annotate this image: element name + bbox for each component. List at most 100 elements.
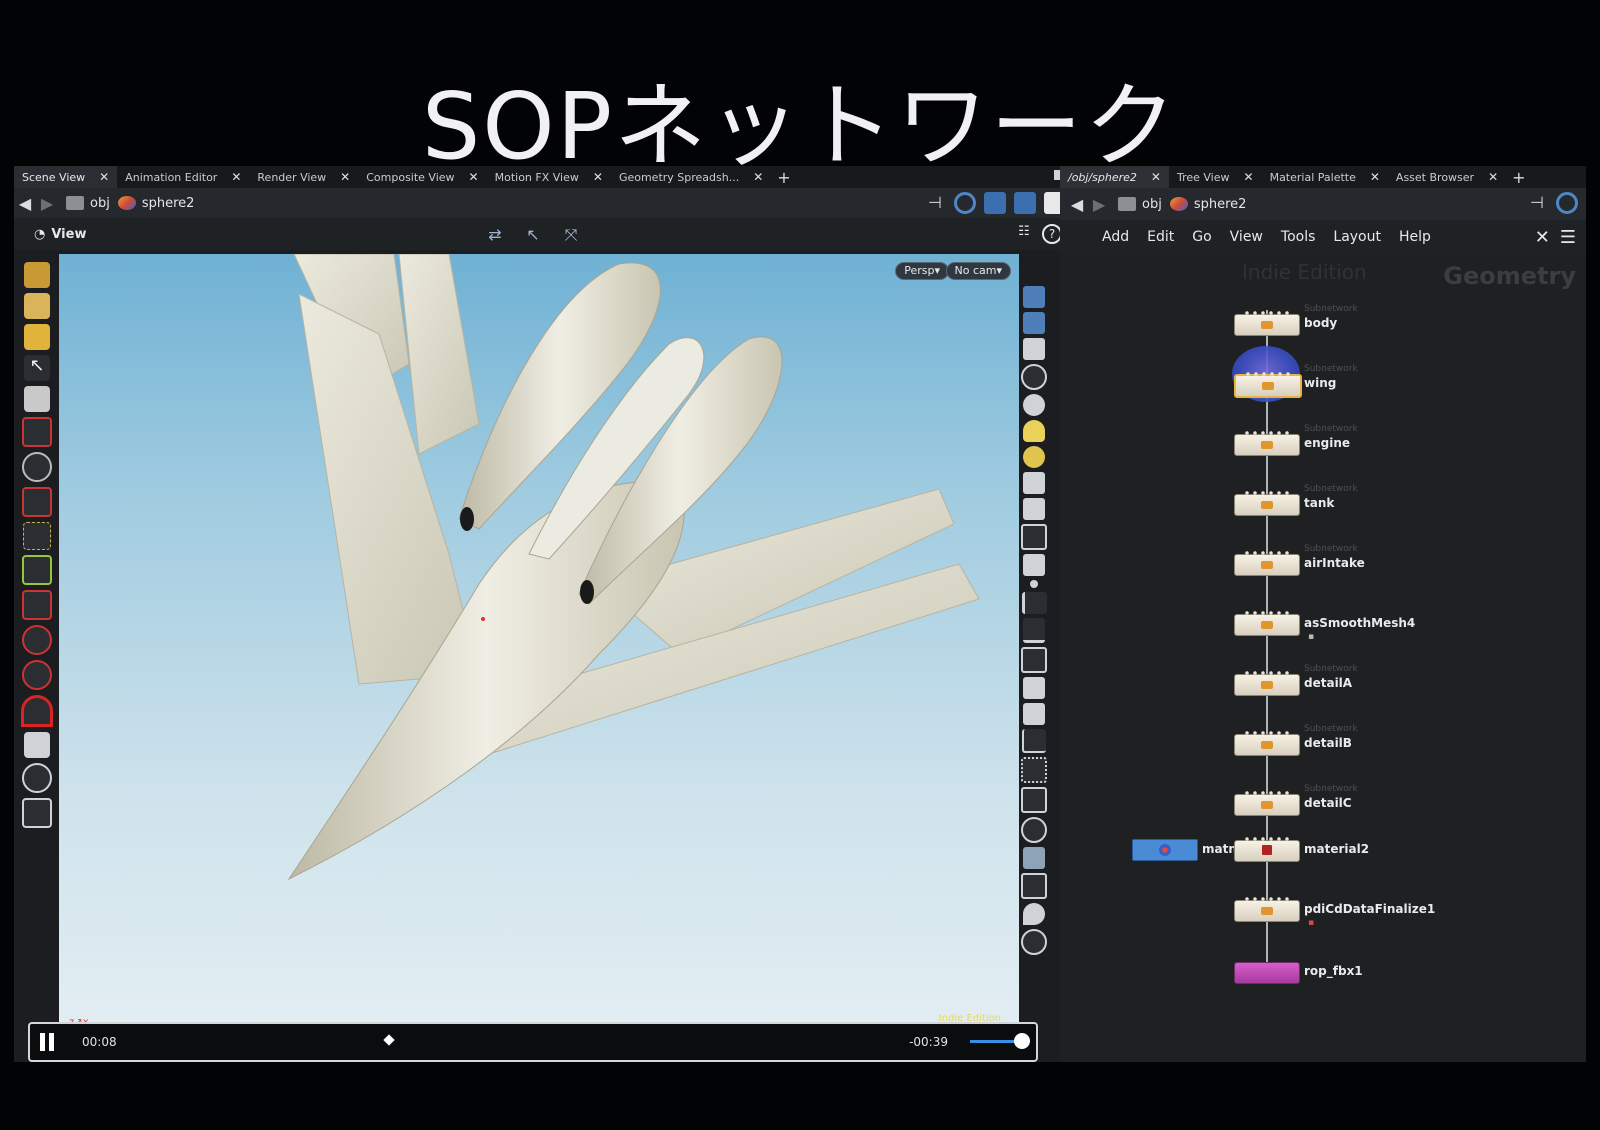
wrench-icon[interactable]: ✕: [1535, 227, 1550, 248]
safe-area-icon[interactable]: [1021, 817, 1047, 843]
menu-add[interactable]: Add: [1102, 229, 1129, 245]
add-tab-icon[interactable]: +: [1506, 168, 1531, 187]
add-tab-icon[interactable]: +: [771, 168, 796, 187]
tab-composite-view[interactable]: Composite View ✕: [358, 166, 486, 188]
link-ring-icon[interactable]: [1556, 192, 1578, 214]
menu-edit[interactable]: Edit: [1147, 229, 1174, 245]
node-airintake[interactable]: Subnetwork airIntake: [1234, 544, 1365, 576]
select-arrow-icon[interactable]: ↖: [522, 225, 544, 244]
rotate-tool-icon[interactable]: [22, 452, 52, 482]
texture-icon[interactable]: [1023, 472, 1045, 494]
close-icon[interactable]: ✕: [1244, 170, 1254, 184]
node-tank[interactable]: Subnetwork tank: [1234, 484, 1358, 516]
construction-plane-icon[interactable]: [22, 798, 52, 828]
camera-menu[interactable]: No cam▾: [945, 262, 1011, 280]
tab-animation-editor[interactable]: Animation Editor ✕: [117, 166, 249, 188]
uv-icon[interactable]: [1022, 729, 1046, 753]
light-icon[interactable]: [1023, 420, 1045, 442]
node-pdicddatafinalize1[interactable]: pdiCdDataFinalize1 ▪: [1234, 897, 1435, 928]
vertex-icon[interactable]: [1023, 703, 1045, 725]
tumble-icon[interactable]: ⇄: [484, 225, 506, 244]
node-engine[interactable]: Subnetwork engine: [1234, 424, 1358, 456]
back-arrow-icon[interactable]: ◀: [1066, 195, 1088, 214]
menu-view[interactable]: View: [1230, 229, 1263, 245]
node-detailc[interactable]: Subnetwork detailC: [1234, 784, 1358, 816]
node-material2[interactable]: material2: [1234, 837, 1369, 862]
close-icon[interactable]: ✕: [1370, 170, 1380, 184]
transform-icon[interactable]: ⤧: [560, 225, 582, 244]
node-detailb[interactable]: Subnetwork detailB: [1234, 724, 1358, 756]
reference-plane-icon[interactable]: [22, 763, 52, 793]
close-icon[interactable]: ✕: [231, 170, 241, 184]
node-network[interactable]: Indie Edition Geometry Subnetwork body S…: [1060, 254, 1586, 1062]
sphere-shading-icon[interactable]: [1023, 394, 1045, 416]
node-body[interactable]: Subnetwork body: [1234, 304, 1358, 336]
camera-icon[interactable]: [1021, 364, 1047, 390]
pause-button[interactable]: [40, 1033, 60, 1051]
snap-point-icon[interactable]: [22, 625, 52, 655]
forward-arrow-icon[interactable]: ▶: [36, 194, 58, 213]
tab-tree-view[interactable]: Tree View ✕: [1169, 166, 1262, 188]
face-mode-icon[interactable]: [24, 324, 50, 350]
tree-list-icon[interactable]: ☰: [1560, 227, 1576, 248]
numbers-icon[interactable]: [1021, 647, 1047, 673]
close-icon[interactable]: ✕: [99, 170, 109, 184]
tab-render-view[interactable]: Render View ✕: [249, 166, 358, 188]
info-pin-icon[interactable]: [1023, 903, 1045, 925]
ghost-icon[interactable]: [1021, 524, 1047, 550]
pin-icon[interactable]: ⊣: [924, 192, 946, 214]
close-icon[interactable]: ✕: [469, 170, 479, 184]
tab-asset-browser[interactable]: Asset Browser ✕: [1388, 166, 1506, 188]
move-tool-icon[interactable]: [22, 417, 52, 447]
close-icon[interactable]: ✕: [1488, 170, 1498, 184]
info-icon[interactable]: [1021, 929, 1047, 955]
seek-handle[interactable]: [383, 1034, 395, 1046]
snap-curve-icon[interactable]: [22, 660, 52, 690]
volume-slider[interactable]: [970, 1033, 1030, 1049]
group-icon[interactable]: [24, 732, 50, 758]
close-icon[interactable]: ✕: [753, 170, 763, 184]
node-rop-fbx1[interactable]: rop_fbx1: [1234, 960, 1363, 984]
pin-icon[interactable]: ⊣: [1526, 192, 1548, 214]
back-arrow-icon[interactable]: ◀: [14, 194, 36, 213]
tab-network-path[interactable]: /obj/sphere2 ✕: [1060, 166, 1169, 188]
template-icon[interactable]: [1023, 554, 1045, 576]
background-icon[interactable]: [1023, 498, 1045, 520]
3d-viewport[interactable]: Persp▾ No cam▾ Indie Edition z↗x: [59, 254, 1019, 1034]
breadcrumb-node[interactable]: sphere2: [117, 196, 194, 211]
edge-icon[interactable]: [1021, 592, 1047, 614]
scale-tool-icon[interactable]: [22, 487, 52, 517]
point-icon[interactable]: [1030, 580, 1038, 588]
primitive-icon[interactable]: [1023, 677, 1045, 699]
tab-geometry-spreadsheet[interactable]: Geometry Spreadsh... ✕: [611, 166, 771, 188]
image-icon[interactable]: [1021, 873, 1047, 899]
bounding-box-icon[interactable]: [1021, 787, 1047, 813]
pose-tool-icon[interactable]: [23, 522, 51, 550]
link-ring-icon[interactable]: [954, 192, 976, 214]
display-points-icon[interactable]: [1023, 286, 1045, 308]
headlight-icon[interactable]: [1023, 446, 1045, 468]
node-wing[interactable]: Subnetwork wing: [1234, 364, 1358, 398]
close-icon[interactable]: ✕: [593, 170, 603, 184]
snap-grid-icon[interactable]: [22, 590, 52, 620]
breadcrumb-obj[interactable]: obj: [1118, 197, 1162, 212]
object-mode-icon[interactable]: [24, 262, 50, 288]
persp-menu[interactable]: Persp▾: [895, 262, 949, 280]
edge-mode-icon[interactable]: [24, 293, 50, 319]
menu-go[interactable]: Go: [1192, 229, 1211, 245]
handle-tool-icon[interactable]: [22, 555, 52, 585]
select-tool-icon[interactable]: ↖: [24, 355, 50, 381]
node-assmoothmesh4[interactable]: asSmoothMesh4 ▪: [1234, 611, 1415, 642]
tree-icon[interactable]: ☷: [1014, 224, 1034, 244]
display-wire-icon[interactable]: [1023, 312, 1045, 334]
node-matnet[interactable]: [1132, 839, 1198, 861]
lock-icon[interactable]: [24, 386, 50, 412]
tab-material-palette[interactable]: Material Palette ✕: [1262, 166, 1388, 188]
tab-scene-view[interactable]: Scene View ✕: [14, 166, 118, 188]
menu-layout[interactable]: Layout: [1333, 229, 1381, 245]
display-options-icon[interactable]: [984, 192, 1006, 214]
tab-motion-fx-view[interactable]: Motion FX View ✕: [487, 166, 611, 188]
guide-icon[interactable]: [1021, 757, 1047, 783]
shading-icon[interactable]: [1014, 192, 1036, 214]
view-menu[interactable]: ◔ View: [34, 227, 86, 242]
